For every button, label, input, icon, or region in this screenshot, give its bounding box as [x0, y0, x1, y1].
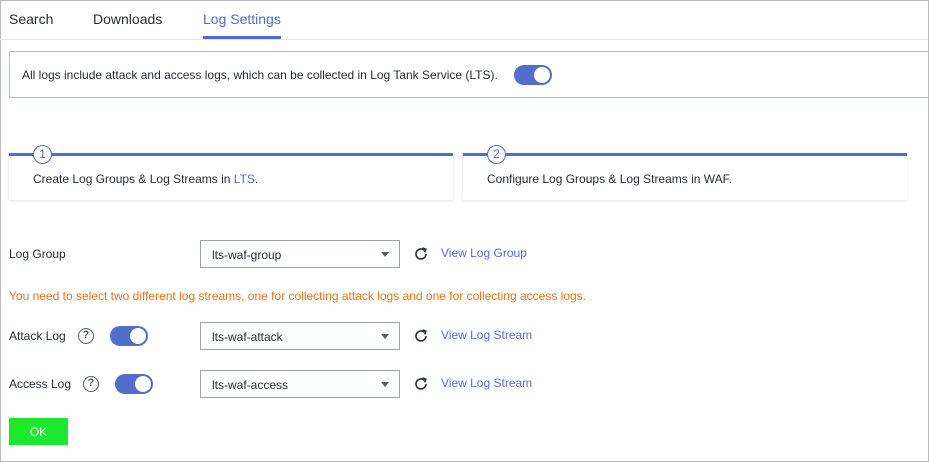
log-group-select[interactable]: lts-waf-group	[200, 240, 400, 268]
step-2: 2 Configure Log Groups & Log Streams in …	[463, 145, 907, 200]
tab-search[interactable]: Search	[9, 11, 53, 27]
attack-log-select[interactable]: lts-waf-attack	[200, 322, 400, 350]
log-group-select-value: lts-waf-group	[212, 248, 282, 262]
tab-downloads[interactable]: Downloads	[93, 11, 162, 27]
access-log-label: Access Log	[9, 377, 72, 391]
step-1-text-after: .	[254, 172, 259, 186]
tab-bar: Search Downloads Log Settings	[0, 0, 928, 40]
attack-log-toggle[interactable]	[110, 326, 148, 346]
attack-log-select-value: lts-waf-attack	[212, 330, 283, 344]
lts-enable-toggle[interactable]	[514, 65, 552, 85]
view-access-log-stream-link[interactable]: View Log Stream	[441, 376, 532, 390]
help-icon[interactable]: ?	[83, 376, 99, 392]
tab-log-settings[interactable]: Log Settings	[203, 11, 281, 27]
step-1-progress-line	[9, 153, 453, 156]
step-1: 1 Create Log Groups & Log Streams in LTS…	[9, 145, 453, 200]
refresh-icon[interactable]	[413, 246, 429, 262]
help-icon[interactable]: ?	[78, 328, 94, 344]
refresh-icon[interactable]	[413, 376, 429, 392]
step-1-text-before: Create Log Groups & Log Streams in	[33, 172, 234, 186]
view-attack-log-stream-link[interactable]: View Log Stream	[441, 328, 532, 342]
caret-down-icon	[381, 334, 389, 339]
attack-log-label: Attack Log	[9, 329, 66, 343]
active-tab-indicator	[203, 36, 281, 39]
info-text: All logs include attack and access logs,…	[22, 68, 498, 82]
refresh-icon[interactable]	[413, 328, 429, 344]
step-2-number: 2	[487, 145, 506, 164]
caret-down-icon	[381, 252, 389, 257]
log-stream-warning: You need to select two different log str…	[9, 289, 587, 303]
caret-down-icon	[381, 382, 389, 387]
access-log-toggle[interactable]	[115, 374, 153, 394]
step-2-progress-line	[463, 153, 907, 156]
access-log-select[interactable]: lts-waf-access	[200, 370, 400, 398]
step-1-text: Create Log Groups & Log Streams in LTS.	[33, 172, 258, 186]
access-log-select-value: lts-waf-access	[212, 378, 289, 392]
log-group-label: Log Group	[9, 247, 66, 261]
lts-link[interactable]: LTS	[234, 172, 255, 186]
view-log-group-link[interactable]: View Log Group	[441, 246, 527, 260]
step-1-number: 1	[33, 145, 52, 164]
ok-button[interactable]: OK	[9, 418, 68, 445]
step-2-text: Configure Log Groups & Log Streams in WA…	[487, 172, 733, 186]
info-box: All logs include attack and access logs,…	[9, 51, 929, 98]
